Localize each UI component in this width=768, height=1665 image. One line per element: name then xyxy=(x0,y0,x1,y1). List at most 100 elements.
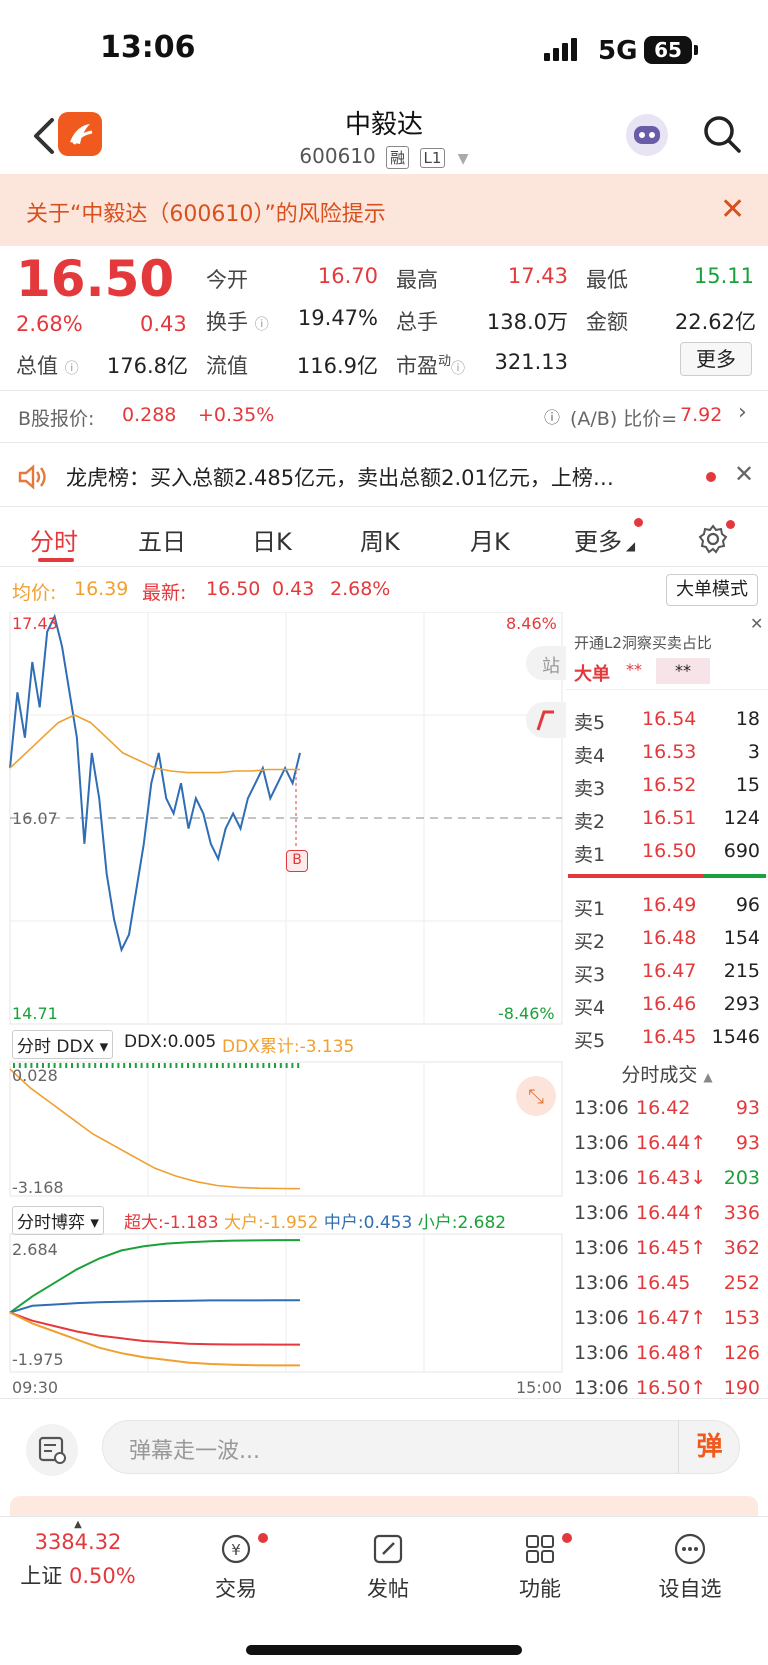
current-price: 16.50 xyxy=(16,250,175,308)
network-label: 5G xyxy=(598,36,638,66)
expand-icon[interactable]: ⤡ xyxy=(516,1076,556,1116)
intraday-chart[interactable] xyxy=(0,612,566,1394)
bid-price: 16.48 xyxy=(642,927,697,949)
close-icon[interactable]: ✕ xyxy=(750,614,763,633)
latest-change: 0.43 xyxy=(272,578,315,600)
ask-row[interactable]: 卖3 16.52 15 xyxy=(566,770,768,800)
bid-row[interactable]: 买2 16.48 154 xyxy=(566,923,768,953)
bid-level: 买3 xyxy=(574,964,606,986)
trade-volume: 93 xyxy=(735,1097,760,1119)
index-tab[interactable]: ▲ 3384.32 上证 0.50% xyxy=(18,1517,138,1590)
robot-assistant-icon[interactable] xyxy=(626,114,668,156)
trade-price: 16.45 xyxy=(636,1272,691,1294)
search-icon[interactable] xyxy=(702,114,742,154)
bid-level: 买1 xyxy=(574,898,606,920)
ask-price: 16.51 xyxy=(642,807,697,829)
ask-row[interactable]: 卖4 16.53 3 xyxy=(566,737,768,767)
info-icon[interactable]: ⓘ xyxy=(255,317,269,333)
chevron-right-icon[interactable]: › xyxy=(738,400,747,425)
danmaku-input[interactable]: 弹幕走一波... xyxy=(102,1420,740,1474)
trade-row: 13:06 16.43↓ 203 xyxy=(566,1162,768,1196)
ask-volume: 124 xyxy=(723,807,760,829)
trades-label: 分时成交 xyxy=(621,1064,698,1086)
bid-row[interactable]: 买5 16.45 1546 xyxy=(566,1022,768,1052)
bid-row[interactable]: 买1 16.49 96 xyxy=(566,890,768,920)
total-value: 176.8亿 xyxy=(106,354,188,378)
trade-row: 13:06 16.48↑ 126 xyxy=(566,1337,768,1371)
ask-row[interactable]: 卖5 16.54 18 xyxy=(566,704,768,734)
lhb-row[interactable]: 龙虎榜：买入总额2.485亿元，卖出总额2.01亿元，上榜… ✕ xyxy=(0,448,768,506)
low-label: 最低 xyxy=(586,268,628,292)
trade-price: 16.50↑ xyxy=(636,1377,707,1399)
risk-banner[interactable]: 关于“中毅达（600610）”的风险提示 ✕ xyxy=(0,174,768,246)
tab-daily-k[interactable]: 日K xyxy=(252,522,292,557)
trade-price: 16.44↑ xyxy=(636,1132,707,1154)
ask-level: 卖4 xyxy=(574,745,606,767)
battery-tip xyxy=(694,45,698,55)
bid-row[interactable]: 买4 16.46 293 xyxy=(566,989,768,1019)
open-label: 今开 xyxy=(206,268,248,292)
info-icon[interactable]: ⓘ xyxy=(65,361,79,377)
l2-promo[interactable]: 开通L2洞察买卖占比 ✕ 大单 ** ** xyxy=(566,612,768,690)
b-share-row[interactable]: B股报价: 0.288 +0.35% ⓘ (A/B) 比价= 7.92 › xyxy=(0,392,768,440)
ask-row[interactable]: 卖2 16.51 124 xyxy=(566,803,768,833)
function-tab[interactable]: 功能 xyxy=(480,1517,600,1603)
float-value-label: 流值 xyxy=(206,354,248,378)
post-tab[interactable]: 发帖 xyxy=(328,1517,448,1603)
main-chart-lines xyxy=(9,613,301,953)
station-button[interactable]: 站 xyxy=(526,646,566,680)
pe-label: 市盈 xyxy=(396,354,438,378)
main-chart-grid xyxy=(9,612,563,1373)
ddx-selector[interactable]: 分时 DDX ▾ xyxy=(12,1030,114,1059)
big-order-mode-button[interactable]: 大单模式 xyxy=(666,574,758,606)
bid-row[interactable]: 买3 16.47 215 xyxy=(566,956,768,986)
big-order-val2: ** xyxy=(656,658,710,684)
bid-bar xyxy=(704,874,766,878)
help-icon[interactable]: ⓘ xyxy=(544,404,560,428)
dropdown-icon[interactable]: ▼ xyxy=(458,151,469,167)
trade-tab[interactable]: ¥ 交易 xyxy=(176,1517,296,1603)
ask-volume: 15 xyxy=(735,774,760,796)
trade-volume: 126 xyxy=(723,1342,760,1364)
index-value: 3384.32 xyxy=(34,1530,122,1554)
chart-tabs: 分时 五日 日K 周K 月K 更多 ◢ xyxy=(0,510,768,566)
total-value-label: 总值 xyxy=(16,354,58,378)
tab-five-day[interactable]: 五日 xyxy=(138,522,186,557)
open-value: 16.70 xyxy=(317,264,378,288)
ddx-acc-line xyxy=(9,1068,301,1190)
tab-intraday[interactable]: 分时 xyxy=(30,522,78,557)
bottom-tab-bar: ▲ 3384.32 上证 0.50% ¥ 交易 发帖 功能 设自选 xyxy=(0,1516,768,1665)
tab-more[interactable]: 更多 ◢ xyxy=(574,522,635,557)
danmaku-button[interactable]: 弹 xyxy=(678,1420,740,1474)
trade-row: 13:06 16.42 93 xyxy=(566,1092,768,1126)
tab-more-label: 更多 xyxy=(574,528,622,556)
notification-dot xyxy=(562,1533,572,1543)
watchlist-tab[interactable]: 设自选 xyxy=(630,1517,750,1603)
small-label: 小户: xyxy=(417,1213,458,1233)
low-value: 15.11 xyxy=(693,264,754,288)
info-icon[interactable]: ⓘ xyxy=(451,361,465,377)
settings-gear-icon[interactable] xyxy=(698,524,728,554)
trade-time: 13:06 xyxy=(574,1202,629,1224)
more-button[interactable]: 更多 xyxy=(680,342,752,376)
close-icon[interactable]: ✕ xyxy=(734,460,754,488)
ab-ratio: 7.92 xyxy=(680,404,723,426)
trades-header[interactable]: 分时成交 ▲ xyxy=(566,1060,768,1087)
high-value: 17.43 xyxy=(507,264,568,288)
tab-weekly-k[interactable]: 周K xyxy=(360,522,400,557)
lhb-text: 龙虎榜：买入总额2.485亿元，卖出总额2.01亿元，上榜… xyxy=(66,466,614,490)
small-value: 2.682 xyxy=(457,1213,507,1233)
trade-time: 13:06 xyxy=(574,1167,629,1189)
ask-price: 16.50 xyxy=(642,840,697,862)
pct-bottom-label: -8.46% xyxy=(498,1004,555,1023)
home-indicator xyxy=(246,1645,522,1655)
latest-label: 最新: xyxy=(142,582,187,604)
ask-row[interactable]: 卖1 16.50 690 xyxy=(566,836,768,866)
chart-tool-button[interactable] xyxy=(526,702,566,738)
close-icon[interactable]: ✕ xyxy=(720,192,745,227)
pe-label-wrap: 市盈动ⓘ xyxy=(396,350,465,380)
tab-monthly-k[interactable]: 月K xyxy=(470,522,510,557)
buy-marker-icon[interactable]: B xyxy=(286,850,308,872)
game-selector[interactable]: 分时博弈 ▾ xyxy=(12,1206,104,1235)
comment-settings-icon[interactable] xyxy=(26,1424,78,1476)
